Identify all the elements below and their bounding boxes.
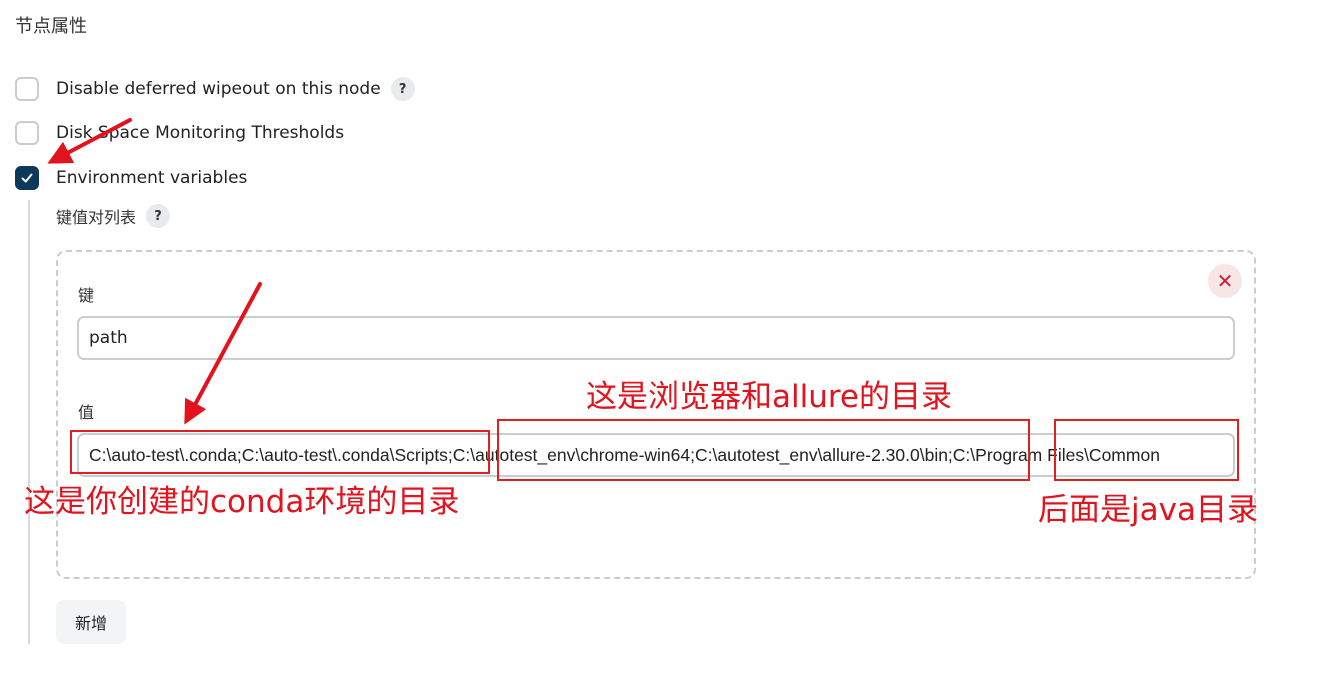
arrow-to-env-checkbox — [47, 118, 132, 164]
arrow-to-value-field — [184, 282, 262, 425]
annotation-arrows — [47, 118, 262, 425]
